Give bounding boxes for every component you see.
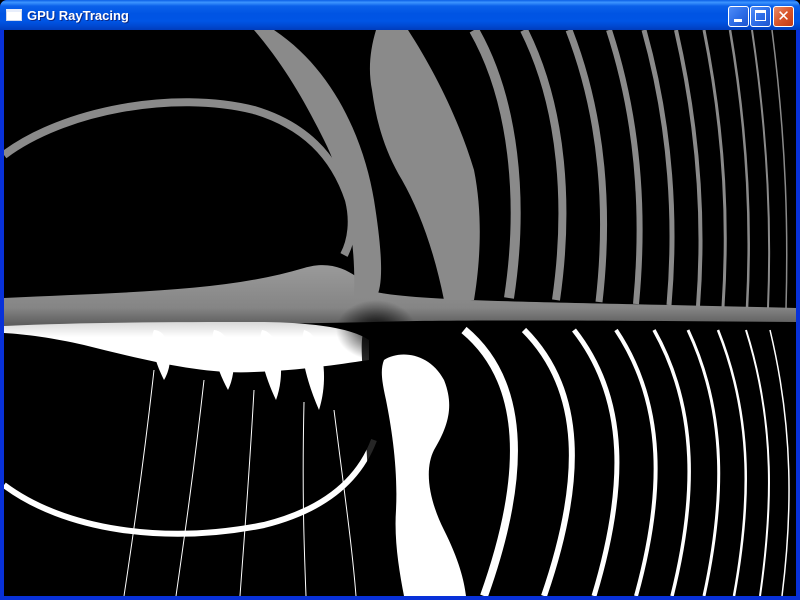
window-icon[interactable] xyxy=(6,9,22,21)
app-window: GPU RayTracing ✕ xyxy=(0,0,800,600)
center-shadow xyxy=(336,300,416,360)
raytraced-render xyxy=(4,30,796,596)
title-bar[interactable]: GPU RayTracing ✕ xyxy=(0,0,800,30)
close-icon: ✕ xyxy=(777,7,790,25)
maximize-icon xyxy=(755,10,766,21)
window-title: GPU RayTracing xyxy=(27,8,129,23)
minimize-icon xyxy=(734,19,742,22)
render-viewport[interactable] xyxy=(4,30,796,596)
close-button[interactable]: ✕ xyxy=(773,6,794,27)
minimize-button[interactable] xyxy=(728,6,749,27)
maximize-button[interactable] xyxy=(750,6,771,27)
